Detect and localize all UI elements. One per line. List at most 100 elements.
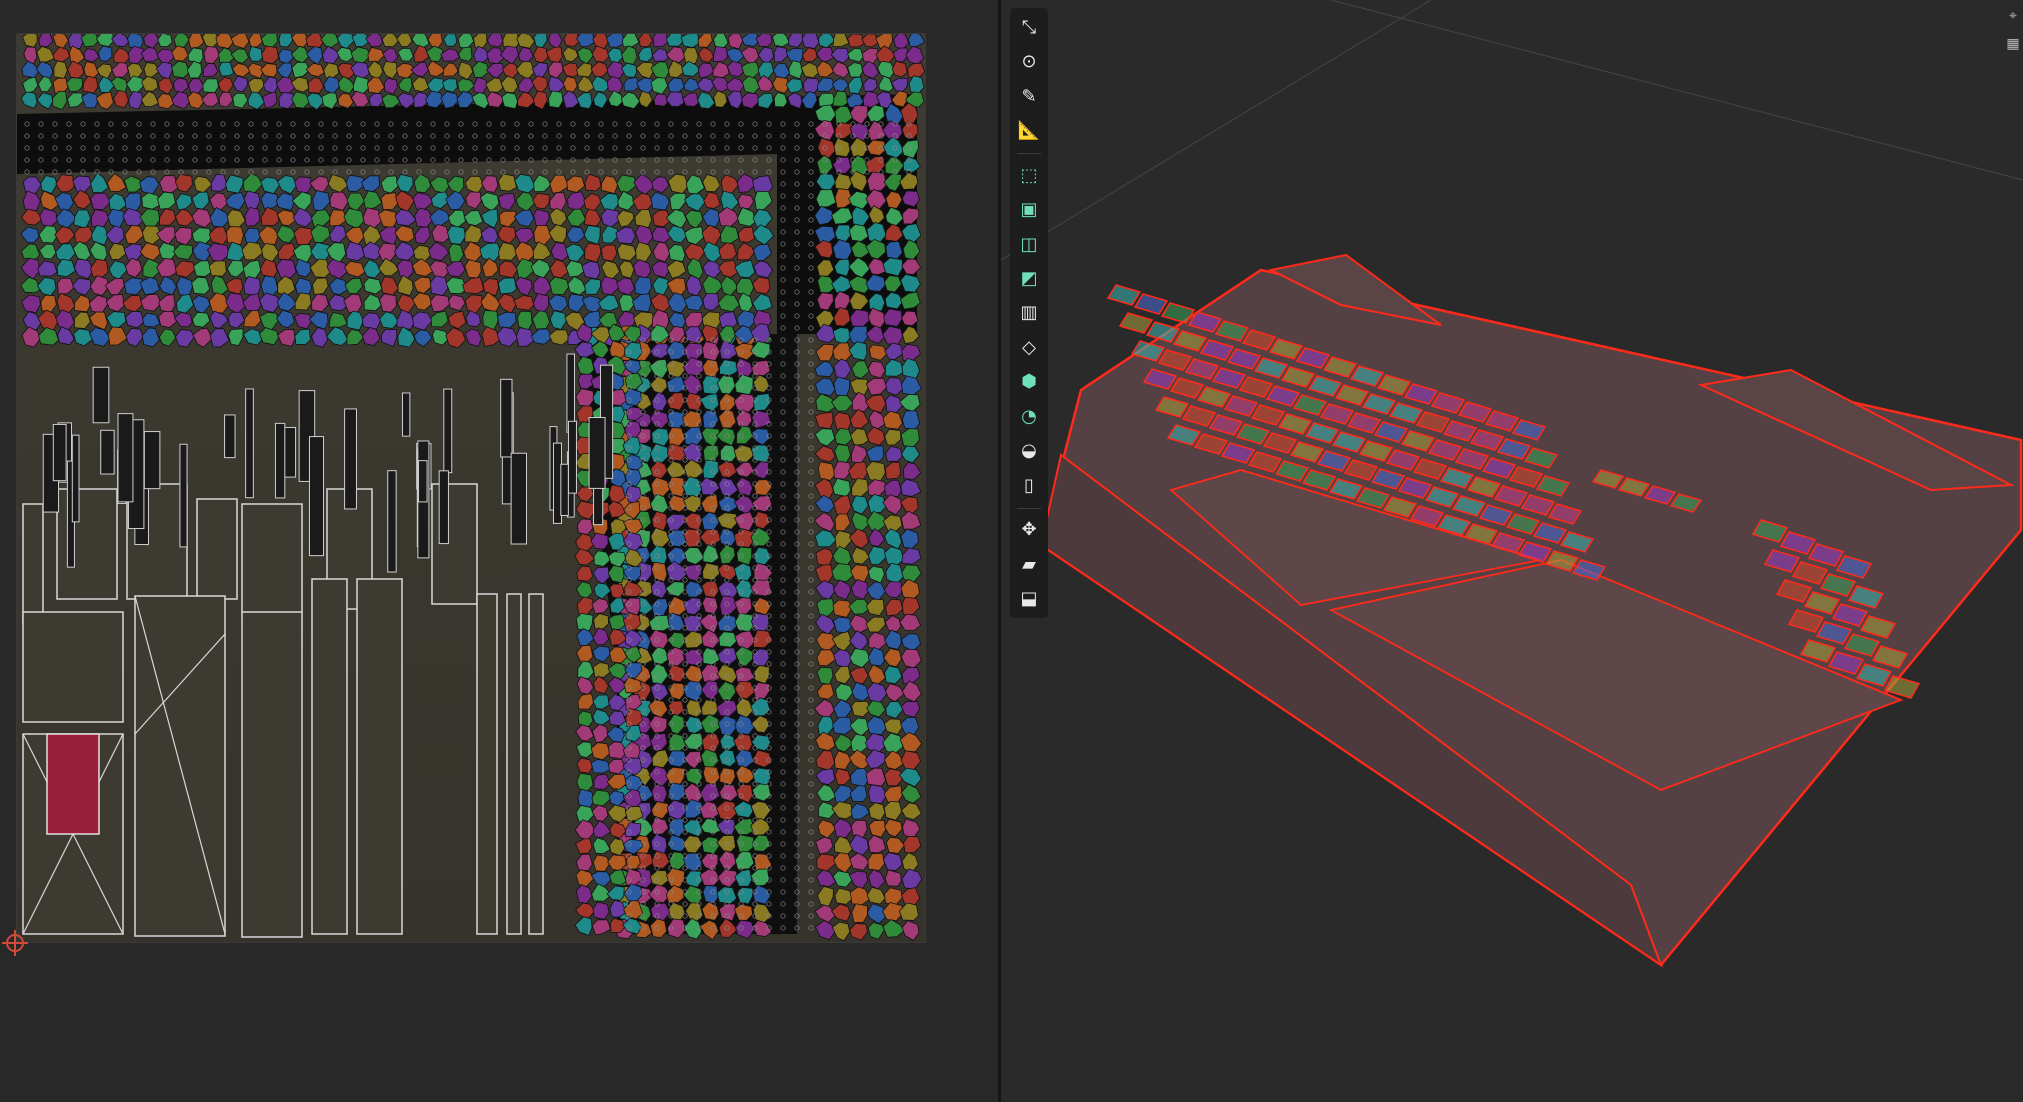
knife-tool-button[interactable]: ◇ xyxy=(1013,332,1045,363)
transform-tool-button[interactable]: ⊙ xyxy=(1013,46,1045,77)
uv-strip-island xyxy=(143,431,161,490)
annotate-pen-icon: ✎ xyxy=(1021,85,1037,107)
uv-keycap-dot xyxy=(486,169,492,175)
uv-island xyxy=(849,717,870,737)
loop-cut-tool-button[interactable]: ▥ xyxy=(1013,298,1045,329)
bevel-tool-button[interactable]: ◩ xyxy=(1013,263,1045,294)
uv-island xyxy=(294,312,312,330)
uv-island xyxy=(757,74,774,92)
uv-island xyxy=(139,176,160,195)
shrink-fatten-tool-button[interactable]: ✥ xyxy=(1013,515,1045,546)
uv-island xyxy=(513,295,535,311)
uv-editor-panel[interactable] xyxy=(0,0,998,1102)
inset-tool-button[interactable]: ◫ xyxy=(1013,229,1045,260)
uv-island xyxy=(567,191,587,212)
uv-island xyxy=(884,629,902,650)
uv-keycap-dot xyxy=(626,157,632,163)
rip-tool-button[interactable]: ⬓ xyxy=(1013,583,1045,614)
uv-island xyxy=(735,919,755,940)
uv-island xyxy=(261,242,280,264)
uv-island xyxy=(20,208,43,226)
uv-island xyxy=(883,887,903,905)
uv-island xyxy=(430,310,449,328)
uv-island xyxy=(486,34,504,48)
uv-island xyxy=(814,494,835,514)
uv-island xyxy=(813,512,835,533)
uv-island xyxy=(574,548,595,566)
uv-island xyxy=(73,328,93,347)
uv-island xyxy=(865,598,885,617)
uv-island xyxy=(885,445,903,462)
uv-island xyxy=(275,192,295,211)
uv-island xyxy=(867,646,885,667)
uv-island xyxy=(583,224,601,245)
add-cube-tool-button[interactable]: ⬚ xyxy=(1013,160,1045,191)
uv-keycap-dot xyxy=(808,769,814,775)
uv-island xyxy=(567,293,585,313)
annotate-tool-button[interactable]: ✎ xyxy=(1013,81,1045,112)
uv-islands-layer[interactable] xyxy=(17,34,926,943)
uv-keycap-dot xyxy=(752,157,758,163)
keycap xyxy=(1118,312,1154,334)
uv-island xyxy=(867,664,886,685)
edge-slide-tool-button[interactable]: ▯ xyxy=(1013,470,1045,501)
2d-cursor-icon[interactable] xyxy=(2,930,28,956)
uv-island xyxy=(832,579,852,601)
measure-tool-button[interactable]: 📐 xyxy=(1013,115,1045,146)
uv-island xyxy=(290,45,311,64)
uv-island xyxy=(719,224,740,244)
uv-island xyxy=(532,241,552,261)
uv-island xyxy=(851,546,870,565)
uv-island xyxy=(741,75,760,94)
uv-keycap-dot xyxy=(738,169,744,175)
uv-island xyxy=(848,341,868,361)
3d-viewport-panel[interactable]: ⌖ ▦ xyxy=(1001,0,2023,1102)
scale-cage-tool-button[interactable]: ⤡ xyxy=(1013,12,1045,43)
uv-island xyxy=(413,173,432,194)
uv-island xyxy=(850,579,870,600)
grid-icon[interactable]: ▦ xyxy=(2006,36,2019,52)
uv-island xyxy=(90,172,109,193)
uv-island xyxy=(497,225,517,245)
uv-island xyxy=(566,226,586,244)
uv-island xyxy=(847,47,865,63)
keyboard-mesh-view[interactable] xyxy=(1001,0,2023,1102)
uv-island xyxy=(633,173,656,195)
uv-island xyxy=(377,242,397,262)
uv-island xyxy=(499,210,517,228)
uv-island xyxy=(697,34,713,48)
uv-island xyxy=(350,90,370,108)
uv-strip-island xyxy=(117,413,134,503)
camera-icon[interactable]: ⌖ xyxy=(2009,8,2017,24)
uv-island xyxy=(814,411,834,430)
uv-island xyxy=(22,34,38,48)
uv-island xyxy=(227,328,244,346)
uv-island xyxy=(247,77,266,95)
uv-island xyxy=(232,92,249,109)
uv-island xyxy=(884,358,905,377)
uv-island xyxy=(337,93,354,109)
spin-tool-button[interactable]: ◔ xyxy=(1013,401,1045,432)
smooth-tool-button[interactable]: ◒ xyxy=(1013,436,1045,467)
uv-island xyxy=(397,47,414,62)
uv-island xyxy=(260,34,279,48)
uv-island xyxy=(878,75,894,93)
poly-build-tool-button[interactable]: ⬢ xyxy=(1013,367,1045,398)
uv-island xyxy=(191,295,211,314)
uv-island xyxy=(258,225,279,245)
uv-island xyxy=(885,598,904,617)
extrude-tool-button[interactable]: ▣ xyxy=(1013,194,1045,225)
uv-island xyxy=(351,34,370,48)
uv-island xyxy=(363,293,382,312)
uv-island xyxy=(141,75,159,92)
uv-texture-canvas[interactable] xyxy=(16,33,926,943)
uv-strip-island xyxy=(344,408,357,510)
uv-island xyxy=(833,495,852,516)
uv-island xyxy=(736,242,755,261)
shear-tool-button[interactable]: ▰ xyxy=(1013,549,1045,580)
uv-keycap-dot xyxy=(808,397,814,403)
uv-island xyxy=(530,328,552,345)
uv-island xyxy=(310,293,329,313)
toolbar-separator xyxy=(1017,507,1041,509)
uv-island xyxy=(345,241,365,262)
